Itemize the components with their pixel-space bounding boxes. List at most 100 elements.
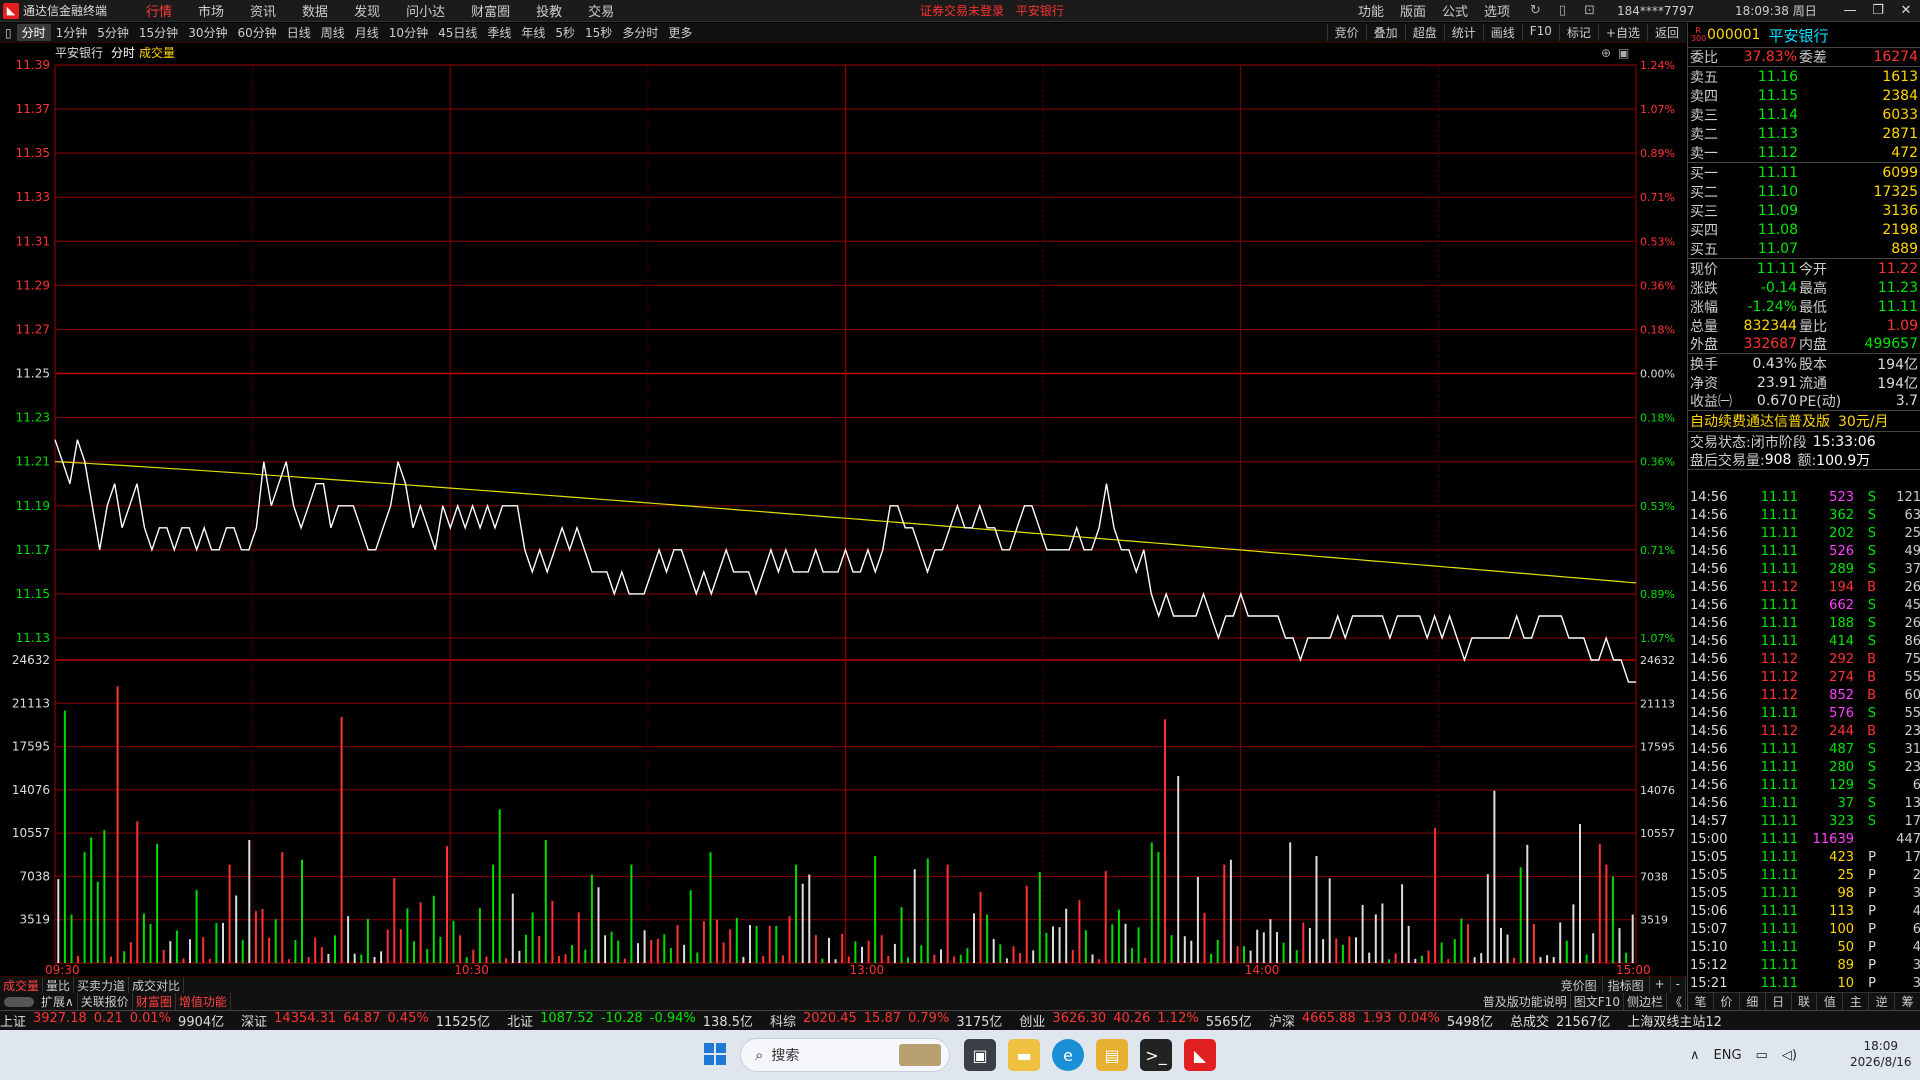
- extension-right-item-1[interactable]: 图文F10: [1571, 993, 1624, 1010]
- chevron-up-icon[interactable]: ∧: [1690, 1048, 1700, 1063]
- index-quote[interactable]: 上证 3927.18 0.21 0.01% 9904亿: [0, 1011, 231, 1030]
- restore-icon[interactable]: ❐: [1864, 3, 1892, 18]
- menu-item-7[interactable]: 投教: [523, 1, 575, 20]
- tdx-app-icon[interactable]: ◣: [1184, 1039, 1216, 1071]
- menu-item-4[interactable]: 发现: [341, 1, 393, 20]
- taskbar-search[interactable]: ⌕ 搜索: [740, 1038, 950, 1072]
- language-indicator[interactable]: ENG: [1714, 1048, 1742, 1063]
- panel-tab-7[interactable]: 逆: [1869, 993, 1896, 1010]
- tick-list[interactable]: 14:56 11.11 523 S 121 14:56 11.11 362 S 63 14:56 11…: [1688, 488, 1920, 992]
- index-quote[interactable]: 创业 3626.30 40.26 1.12% 5565亿: [1019, 1011, 1258, 1030]
- extension-item-3[interactable]: 增值功能: [176, 993, 231, 1010]
- toolbar-right-item-6[interactable]: 标记: [1558, 24, 1598, 41]
- panel-tab-2[interactable]: 细: [1740, 993, 1766, 1010]
- extension-toggle[interactable]: [4, 996, 34, 1007]
- right-menu-item-3[interactable]: 选项: [1476, 1, 1518, 20]
- close-icon[interactable]: ✕: [1892, 3, 1920, 18]
- bid-row[interactable]: 买一 11.11 6099: [1688, 163, 1920, 182]
- ask-row[interactable]: 卖四 11.15 2384: [1688, 86, 1920, 105]
- ask-row[interactable]: 卖五 11.16 1613: [1688, 67, 1920, 86]
- period-tab-14[interactable]: 15秒: [580, 24, 617, 41]
- indicator-tab-3[interactable]: 成交对比: [129, 976, 185, 994]
- terminal-icon[interactable]: >_: [1140, 1039, 1172, 1071]
- extension-right-item-2[interactable]: 侧边栏: [1624, 993, 1667, 1010]
- toolbar-right-item-4[interactable]: 画线: [1482, 24, 1522, 41]
- file-explorer-icon[interactable]: ▬: [1008, 1039, 1040, 1071]
- network-icon[interactable]: ▭: [1756, 1048, 1768, 1063]
- chart-tool-3[interactable]: -: [1671, 976, 1686, 994]
- index-quote[interactable]: 深证 14354.31 64.87 0.45% 11525亿: [241, 1011, 497, 1030]
- ask-row[interactable]: 卖一 11.12 472: [1688, 143, 1920, 162]
- toolbar-right-item-5[interactable]: F10: [1521, 24, 1559, 41]
- toolbar-right-item-0[interactable]: 竞价: [1326, 24, 1366, 41]
- chart-window-icon[interactable]: ▣: [1618, 46, 1629, 60]
- indicator-tab-0[interactable]: 成交量: [0, 976, 44, 994]
- chart-tool-2[interactable]: +: [1650, 976, 1671, 994]
- extension-right-item-0[interactable]: 普及版功能说明: [1480, 993, 1571, 1010]
- panel-tab-6[interactable]: 主: [1843, 993, 1870, 1010]
- ask-row[interactable]: 卖二 11.13 2871: [1688, 124, 1920, 143]
- period-tab-2[interactable]: 5分钟: [92, 24, 134, 41]
- panel-tab-0[interactable]: 笔: [1688, 993, 1714, 1010]
- minimize-icon[interactable]: —: [1836, 3, 1864, 18]
- edge-icon[interactable]: e: [1052, 1039, 1084, 1071]
- toolbar-right-item-1[interactable]: 叠加: [1365, 24, 1405, 41]
- refresh-icon[interactable]: ↻: [1530, 3, 1541, 18]
- panel-tab-3[interactable]: 日: [1766, 993, 1792, 1010]
- period-tab-12[interactable]: 年线: [516, 24, 550, 41]
- index-quote[interactable]: 科综 2020.45 15.87 0.79% 3175亿: [770, 1011, 1009, 1030]
- right-menu-item-0[interactable]: 功能: [1350, 1, 1392, 20]
- toolbar-right-item-3[interactable]: 统计: [1443, 24, 1483, 41]
- period-tab-8[interactable]: 月线: [350, 24, 384, 41]
- lock-icon[interactable]: ⊡: [1584, 3, 1595, 18]
- period-tab-6[interactable]: 日线: [282, 24, 316, 41]
- stock-notice[interactable]: 平安银行: [1016, 4, 1064, 18]
- bid-row[interactable]: 买四 11.08 2198: [1688, 220, 1920, 239]
- extension-item-2[interactable]: 财富圈: [133, 993, 176, 1010]
- toolbar-right-item-7[interactable]: +自选: [1597, 24, 1647, 41]
- panel-tab-1[interactable]: 价: [1714, 993, 1740, 1010]
- extension-item-1[interactable]: 关联报价: [78, 993, 133, 1010]
- period-tab-9[interactable]: 10分钟: [384, 24, 433, 41]
- right-menu-item-1[interactable]: 版面: [1392, 1, 1434, 20]
- chart-tool-1[interactable]: 指标图: [1603, 976, 1650, 994]
- taskbar-clock[interactable]: 18:09 2026/8/16: [1850, 1038, 1912, 1070]
- task-view-icon[interactable]: ▣: [964, 1039, 996, 1071]
- period-tab-11[interactable]: 季线: [482, 24, 516, 41]
- period-tab-15[interactable]: 多分时: [617, 24, 663, 41]
- menu-item-2[interactable]: 资讯: [237, 1, 289, 20]
- index-quote[interactable]: 北证 1087.52 -10.28 -0.94% 138.5亿: [507, 1011, 760, 1030]
- menu-item-6[interactable]: 财富圈: [458, 1, 523, 20]
- chart-add-icon[interactable]: ⊕: [1601, 46, 1611, 60]
- menu-item-8[interactable]: 交易: [575, 1, 627, 20]
- phone-icon[interactable]: ▯: [1559, 3, 1566, 18]
- toolbar-menu-icon[interactable]: ▯: [0, 26, 17, 40]
- chevron-left-icon[interactable]: 《: [1667, 993, 1686, 1010]
- period-tab-10[interactable]: 45日线: [433, 24, 482, 41]
- intraday-chart[interactable]: 11.39 1.24% 11.37 1.07% 11.35 0.89% 11.33 0.71%…: [0, 43, 1686, 983]
- bid-row[interactable]: 买五 11.07 889: [1688, 239, 1920, 258]
- bid-row[interactable]: 买三 11.09 3136: [1688, 201, 1920, 220]
- volume-icon[interactable]: ◁): [1782, 1048, 1797, 1063]
- chart-svg[interactable]: 11.39 1.24% 11.37 1.07% 11.35 0.89% 11.33 0.71%…: [0, 43, 1686, 983]
- office-icon[interactable]: ▤: [1096, 1039, 1128, 1071]
- ad-row[interactable]: 自动续费通达信普及版 30元/月: [1688, 411, 1920, 432]
- period-tab-13[interactable]: 5秒: [550, 24, 580, 41]
- period-tab-16[interactable]: 更多: [663, 24, 697, 41]
- period-tab-3[interactable]: 15分钟: [134, 24, 183, 41]
- menu-item-5[interactable]: 问小达: [393, 1, 458, 20]
- indicator-tab-1[interactable]: 量比: [43, 976, 75, 994]
- period-tab-7[interactable]: 周线: [316, 24, 350, 41]
- server-name[interactable]: 上海双线主站12: [1627, 1011, 1722, 1030]
- right-menu-item-2[interactable]: 公式: [1434, 1, 1476, 20]
- menu-item-1[interactable]: 市场: [185, 1, 237, 20]
- toolbar-right-item-2[interactable]: 超盘: [1404, 24, 1444, 41]
- bid-row[interactable]: 买二 11.10 17325: [1688, 182, 1920, 201]
- ask-row[interactable]: 卖三 11.14 6033: [1688, 105, 1920, 124]
- period-tab-5[interactable]: 60分钟: [232, 24, 281, 41]
- panel-tab-4[interactable]: 联: [1792, 993, 1818, 1010]
- extension-item-0[interactable]: 扩展∧: [38, 993, 78, 1010]
- start-icon[interactable]: [704, 1043, 726, 1065]
- indicator-tab-2[interactable]: 买卖力道: [74, 976, 130, 994]
- chart-tool-0[interactable]: 竞价图: [1556, 976, 1603, 994]
